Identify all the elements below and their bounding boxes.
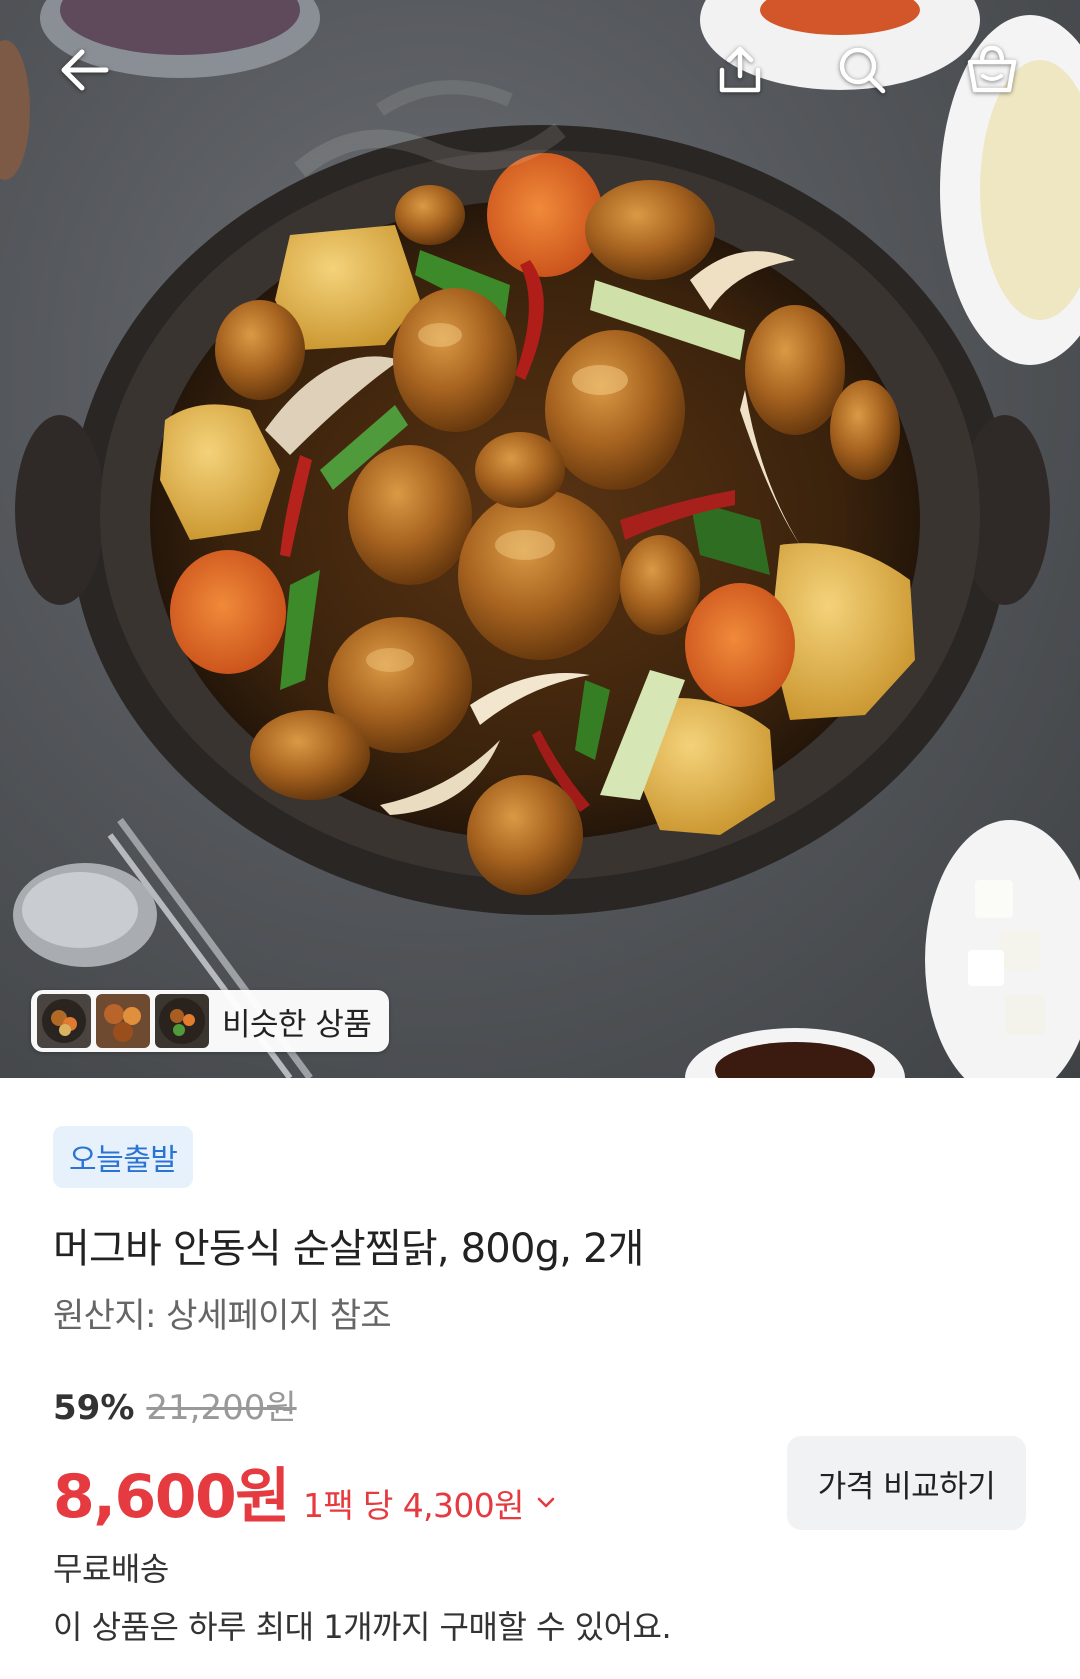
discount-row: 59% 21,200원	[53, 1380, 297, 1429]
shipping-badge: 오늘출발	[53, 1126, 194, 1188]
similar-thumb-2	[96, 994, 150, 1048]
shopping-bag-icon	[964, 44, 1020, 100]
product-title: 머그바 안동식 순살찜닭, 800g, 2개	[53, 1226, 644, 1272]
arrow-left-icon	[58, 48, 110, 96]
product-image[interactable]: 비슷한 상품	[0, 0, 1080, 1078]
compare-price-button[interactable]: 가격 비교하기	[787, 1436, 1026, 1530]
back-button[interactable]	[44, 32, 124, 112]
share-button[interactable]	[700, 32, 780, 112]
origin-text: 원산지: 상세페이지 참조	[53, 1296, 392, 1336]
sale-price: 8,600원	[53, 1462, 291, 1532]
purchase-limit-text: 이 상품은 하루 최대 1개까지 구매할 수 있어요.	[53, 1608, 672, 1646]
share-upload-icon	[714, 44, 766, 100]
price-row: 8,600원 1팩 당 4,300원	[53, 1448, 556, 1535]
similar-products-label: 비슷한 상품	[222, 1006, 372, 1043]
jjimdak-photo	[0, 0, 1080, 1078]
search-button[interactable]	[822, 32, 902, 112]
similar-thumb-1	[37, 994, 91, 1048]
free-shipping-text: 무료배송	[53, 1550, 169, 1588]
product-info: 오늘출발 머그바 안동식 순살찜닭, 800g, 2개 원산지: 상세페이지 참…	[0, 1078, 1080, 1679]
chevron-down-icon	[537, 1497, 555, 1508]
similar-thumb-3	[155, 994, 209, 1048]
unit-price-text: 1팩 당 4,300원	[303, 1486, 525, 1525]
discount-rate: 59%	[53, 1388, 135, 1428]
cart-button[interactable]	[952, 32, 1032, 112]
search-icon	[836, 44, 888, 100]
similar-products-chip[interactable]: 비슷한 상품	[31, 990, 390, 1052]
unit-price-toggle[interactable]: 1팩 당 4,300원	[303, 1479, 556, 1527]
original-price: 21,200원	[146, 1388, 297, 1428]
